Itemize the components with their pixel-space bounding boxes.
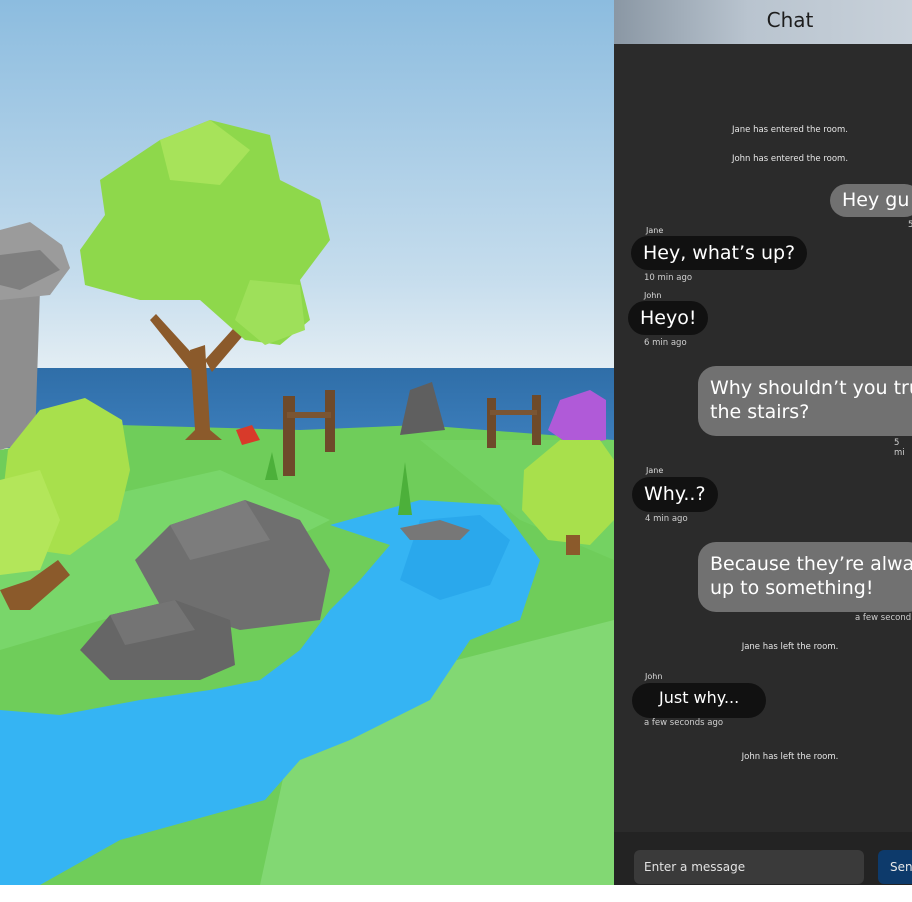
message-line: Why shouldn’t you tru [710,377,912,399]
message-time: 5 mi [894,438,905,458]
message-input[interactable] [634,850,864,884]
system-message: Jane has entered the room. [732,125,848,135]
sender-name: John [644,291,662,300]
message-time: 6 min ago [644,338,687,348]
incoming-message: Why..? [632,477,718,512]
message-line: up to something! [710,577,874,599]
incoming-message: Heyo! [628,301,709,335]
game-viewport[interactable] [0,0,614,885]
outgoing-message: Why shouldn’t you tru the stairs? [698,366,912,436]
message-time: 10 min ago [644,273,693,283]
system-message: John has left the room. [741,752,839,762]
message-line: Because they’re alwa [710,553,912,575]
incoming-message: Just why... [632,683,767,718]
chat-title: Chat [766,8,814,32]
chat-header: Chat [614,0,912,44]
sender-name: Jane [646,466,664,475]
message-input-bar: Sen [614,832,912,885]
message-time: 5 [908,220,912,230]
system-message: Jane has left the room. [741,642,839,652]
message-line: the stairs? [710,401,810,423]
fence [283,396,295,476]
message-time: a few seconds ago [644,718,724,728]
incoming-message: Hey, what’s up? [631,236,808,270]
sender-name: John [645,672,663,681]
outgoing-message: Because they’re alwa up to something! [698,542,912,612]
outgoing-message: Hey gu [830,184,912,217]
sender-name: Jane [646,226,664,235]
send-button[interactable]: Sen [878,850,912,884]
message-time: 4 min ago [645,514,688,524]
scene [0,0,614,885]
message-time: a few second [855,613,912,623]
system-message: John has entered the room. [731,154,849,164]
chat-panel: Chat Jane has entered the room. John has… [614,0,912,885]
